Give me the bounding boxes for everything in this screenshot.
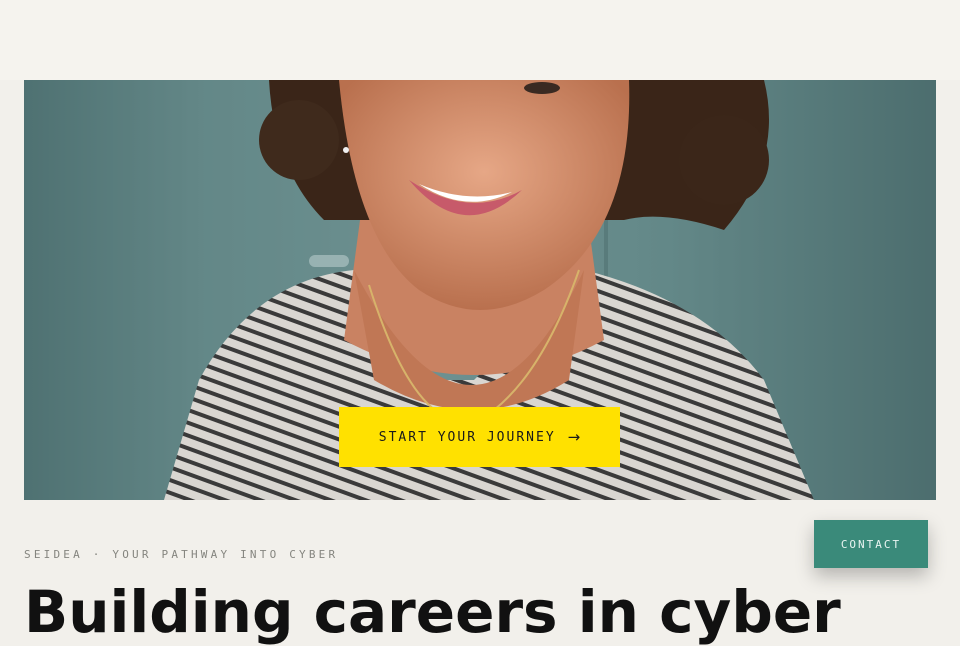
- top-navigation-bar: [0, 0, 960, 80]
- cta-label: START YOUR JOURNEY: [378, 429, 556, 445]
- eyebrow-tagline: SEIDEA · YOUR PATHWAY INTO CYBER: [24, 548, 339, 561]
- contact-button[interactable]: CONTACT: [814, 520, 928, 568]
- start-your-journey-button[interactable]: START YOUR JOURNEY →: [339, 407, 620, 467]
- arrow-right-icon: →: [567, 428, 581, 446]
- page-headline: Building careers in cyber: [24, 578, 841, 646]
